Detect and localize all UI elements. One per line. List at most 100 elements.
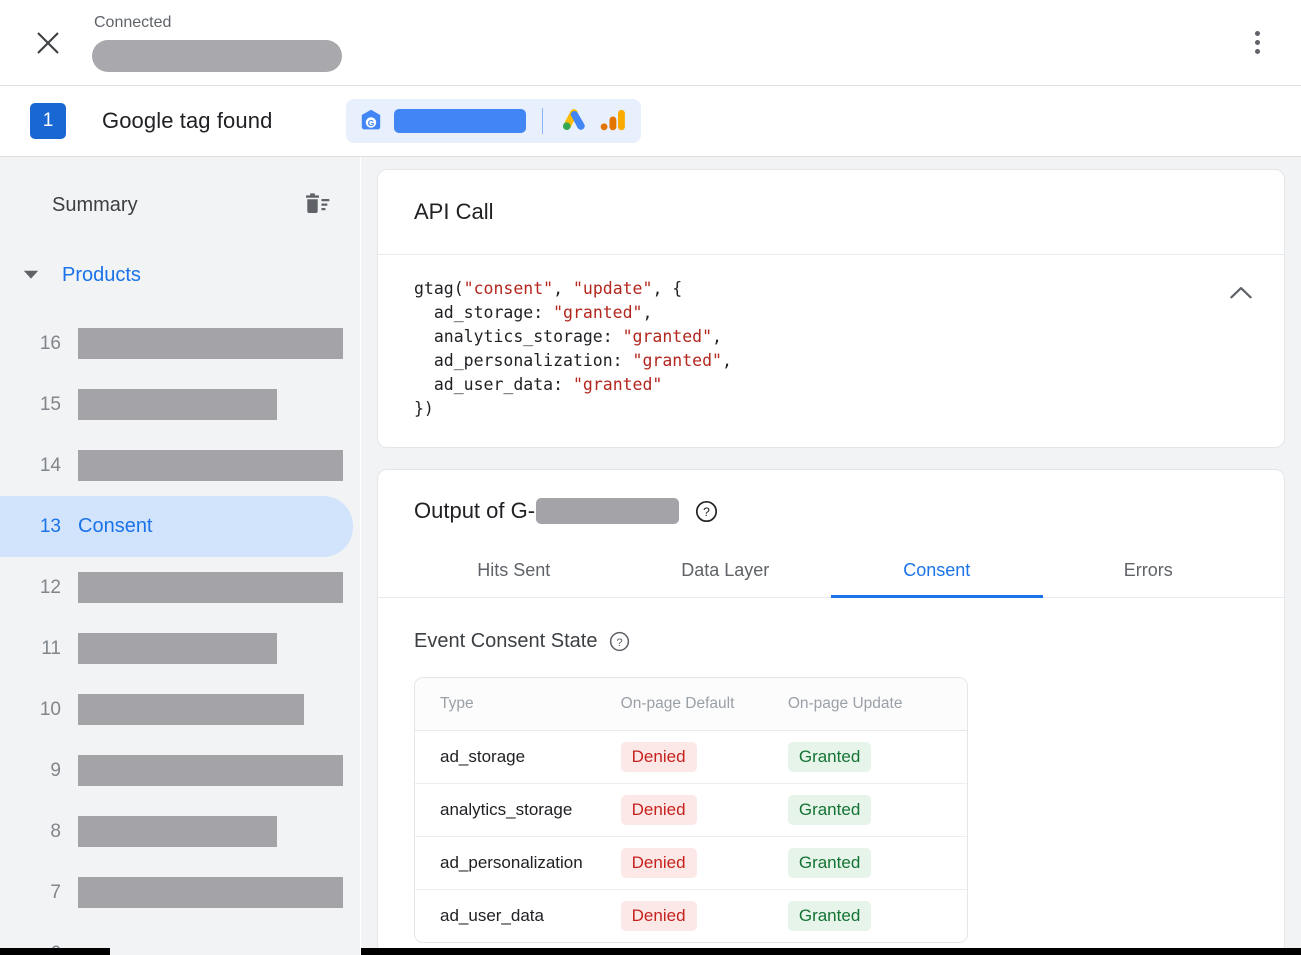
sidebar-item-number: 13 (0, 516, 78, 538)
sidebar-item-number: 11 (0, 638, 78, 660)
consent-type-cell: ad_personalization (415, 837, 621, 890)
consent-type-cell: ad_storage (415, 731, 621, 784)
svg-text:?: ? (617, 637, 623, 649)
dot (1255, 49, 1260, 54)
on-page-update-cell: Granted (788, 837, 967, 890)
sidebar-item-redacted (78, 389, 277, 420)
sidebar-item-label: Consent (78, 515, 153, 538)
dot (1255, 40, 1260, 45)
connected-label: Connected (92, 13, 342, 33)
sidebar-event-list[interactable]: 16151413Consent1211109876 (0, 313, 360, 955)
sidebar-item[interactable]: 14 (0, 435, 360, 496)
window-top-bar: Connected (0, 0, 1301, 86)
sidebar-item-redacted (78, 328, 343, 359)
sidebar-item[interactable]: 12 (0, 557, 360, 618)
sidebar-item[interactable]: 16 (0, 313, 360, 374)
dot (1255, 31, 1260, 36)
api-call-title: API Call (414, 199, 493, 225)
on-page-default-cell: Denied (621, 784, 788, 837)
sidebar-item-redacted (78, 877, 343, 908)
tab-consent[interactable]: Consent (831, 548, 1043, 597)
tab-hits-sent[interactable]: Hits Sent (408, 548, 620, 597)
table-body: ad_storageDeniedGrantedanalytics_storage… (415, 731, 967, 942)
tag-found-title: Google tag found (102, 108, 272, 134)
connection-status: Connected (92, 13, 342, 72)
table-head: Type On-page Default On-page Update (415, 678, 967, 731)
sidebar-item-redacted (78, 816, 277, 847)
sidebar-item[interactable]: 7 (0, 862, 360, 923)
section-title: Event Consent State (414, 630, 597, 653)
output-card: Output of G- ? Hits SentData LayerConsen… (377, 469, 1285, 955)
sidebar-item[interactable]: 9 (0, 740, 360, 801)
help-circle-icon[interactable]: ? (679, 500, 718, 523)
api-call-code: gtag("consent", "update", { ad_storage: … (414, 277, 1248, 421)
api-call-card: API Call gtag("consent", "update", { ad_… (377, 169, 1285, 448)
status-badge-granted: Granted (788, 795, 871, 825)
trash-list-icon[interactable] (304, 193, 330, 217)
column-header-update: On-page Update (788, 678, 967, 731)
sidebar-item-number: 8 (0, 821, 78, 843)
status-badge-denied: Denied (621, 742, 697, 772)
on-page-update-cell: Granted (788, 784, 967, 837)
sidebar-item-redacted (78, 755, 343, 786)
sidebar-group-label: Products (62, 264, 141, 287)
api-call-header: API Call (378, 170, 1284, 255)
on-page-default-cell: Denied (621, 837, 788, 890)
consent-type-cell: ad_user_data (415, 890, 621, 942)
on-page-update-cell: Granted (788, 731, 967, 784)
sidebar-item-selected[interactable]: 13Consent (0, 496, 353, 557)
sidebar-item-number: 12 (0, 577, 78, 599)
tag-chip-group[interactable]: G (346, 99, 641, 143)
status-badge-denied: Denied (621, 901, 697, 931)
sidebar-item-redacted (78, 694, 304, 725)
status-badge-granted: Granted (788, 742, 871, 772)
svg-text:G: G (368, 118, 375, 128)
help-circle-icon[interactable]: ? (597, 631, 630, 652)
tab-errors[interactable]: Errors (1043, 548, 1255, 597)
status-badge-granted: Granted (788, 848, 871, 878)
sidebar-item-redacted (78, 633, 277, 664)
sidebar-item[interactable]: 6 (0, 923, 360, 955)
table-header-row: Type On-page Default On-page Update (415, 678, 967, 731)
column-header-default: On-page Default (621, 678, 788, 731)
google-ads-icon[interactable] (559, 108, 587, 134)
status-badge-granted: Granted (788, 901, 871, 931)
main-panel: API Call gtag("consent", "update", { ad_… (361, 157, 1301, 955)
more-vert-icon[interactable] (1235, 21, 1279, 65)
caret-down-icon (14, 270, 48, 280)
google-tag-icon: G (360, 109, 382, 133)
event-consent-state-section: Event Consent State ? Type On-page Defau… (378, 598, 1284, 943)
sidebar-item-number: 7 (0, 882, 78, 904)
on-page-default-cell: Denied (621, 890, 788, 942)
sidebar-item[interactable]: 8 (0, 801, 360, 862)
sidebar-item[interactable]: 10 (0, 679, 360, 740)
tab-data-layer[interactable]: Data Layer (620, 548, 832, 597)
sidebar-item-number: 9 (0, 760, 78, 782)
status-badge-denied: Denied (621, 795, 697, 825)
tag-count-badge: 1 (30, 103, 66, 139)
chevron-up-icon[interactable] (1224, 275, 1258, 309)
sidebar-header: Summary (0, 157, 360, 253)
event-sidebar: Summary Products 16151413Consent (0, 157, 361, 955)
sidebar-group-products[interactable]: Products (0, 253, 360, 297)
close-icon[interactable] (24, 19, 72, 67)
consent-type-cell: analytics_storage (415, 784, 621, 837)
svg-text:?: ? (703, 505, 710, 519)
google-analytics-icon[interactable] (599, 108, 627, 134)
sidebar-item-number: 6 (0, 943, 78, 955)
on-page-default-cell: Denied (621, 731, 788, 784)
sidebar-item-number: 16 (0, 333, 78, 355)
table-row: ad_storageDenied Granted (415, 731, 967, 784)
output-tabs[interactable]: Hits SentData LayerConsentErrors (378, 548, 1284, 598)
output-measurement-id-redacted (536, 498, 679, 524)
on-page-update-cell: Granted (788, 890, 967, 942)
sidebar-item-redacted (78, 572, 343, 603)
table-row: analytics_storageDenied Granted (415, 784, 967, 837)
sidebar-item-number: 10 (0, 699, 78, 721)
table-row: ad_personalizationDenied Granted (415, 837, 967, 890)
tag-id-redacted (394, 109, 526, 133)
sidebar-item[interactable]: 15 (0, 374, 360, 435)
consent-state-table: Type On-page Default On-page Update ad_s… (414, 677, 968, 943)
sidebar-item[interactable]: 11 (0, 618, 360, 679)
status-badge-denied: Denied (621, 848, 697, 878)
